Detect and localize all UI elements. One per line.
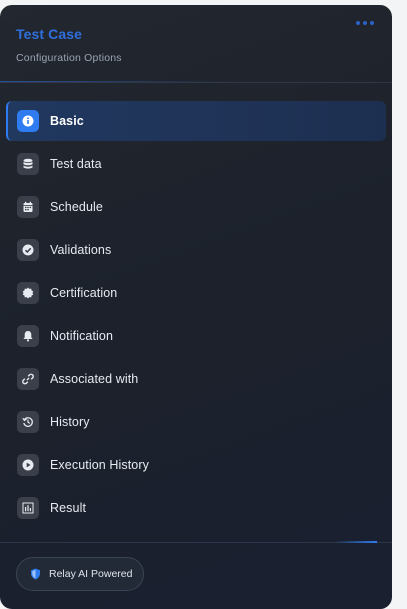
- dot: [356, 21, 360, 25]
- database-icon: [17, 153, 39, 175]
- bell-icon: [17, 325, 39, 347]
- calendar-icon: [17, 196, 39, 218]
- menu-item-basic[interactable]: Basic: [6, 101, 386, 141]
- panel-subtitle: Configuration Options: [16, 52, 122, 64]
- history-icon: [17, 411, 39, 433]
- badge-label: Relay AI Powered: [49, 568, 133, 580]
- menu-item-label: Test data: [50, 157, 102, 171]
- menu-item-label: History: [50, 415, 90, 429]
- menu-item-label: Validations: [50, 243, 112, 257]
- menu-item-label: Result: [50, 501, 87, 515]
- footer-divider: [0, 542, 392, 543]
- dot: [363, 21, 367, 25]
- menu-item-label: Schedule: [50, 200, 103, 214]
- menu-item-validations[interactable]: Validations: [6, 230, 386, 270]
- menu-item-label: Execution History: [50, 458, 149, 472]
- header-divider-glow: [0, 81, 236, 82]
- menu-item-result[interactable]: Result: [6, 488, 386, 528]
- play-circle-icon: [17, 454, 39, 476]
- check-circle-icon: [17, 239, 39, 261]
- bar-chart-icon: [17, 497, 39, 519]
- dot: [370, 21, 374, 25]
- menu-item-notification[interactable]: Notification: [6, 316, 386, 356]
- link-icon: [17, 368, 39, 390]
- info-icon: [17, 110, 39, 132]
- config-panel: Test Case Configuration Options Basic Te…: [0, 5, 392, 609]
- certificate-icon: [17, 282, 39, 304]
- relay-ai-badge[interactable]: Relay AI Powered: [16, 557, 144, 591]
- menu-item-test-data[interactable]: Test data: [6, 144, 386, 184]
- menu-item-label: Certification: [50, 286, 118, 300]
- menu-item-associated-with[interactable]: Associated with: [6, 359, 386, 399]
- menu-item-schedule[interactable]: Schedule: [6, 187, 386, 227]
- menu-item-certification[interactable]: Certification: [6, 273, 386, 313]
- menu-item-label: Notification: [50, 329, 114, 343]
- shield-icon: [31, 568, 40, 580]
- menu-item-execution-history[interactable]: Execution History: [6, 445, 386, 485]
- menu-item-history[interactable]: History: [6, 402, 386, 442]
- panel-header: Test Case Configuration Options: [0, 5, 392, 83]
- menu-item-label: Basic: [50, 114, 84, 128]
- panel-title: Test Case: [16, 26, 83, 42]
- more-horizontal-icon[interactable]: [354, 19, 376, 27]
- footer-accent-line: [335, 541, 377, 543]
- menu-item-label: Associated with: [50, 372, 139, 386]
